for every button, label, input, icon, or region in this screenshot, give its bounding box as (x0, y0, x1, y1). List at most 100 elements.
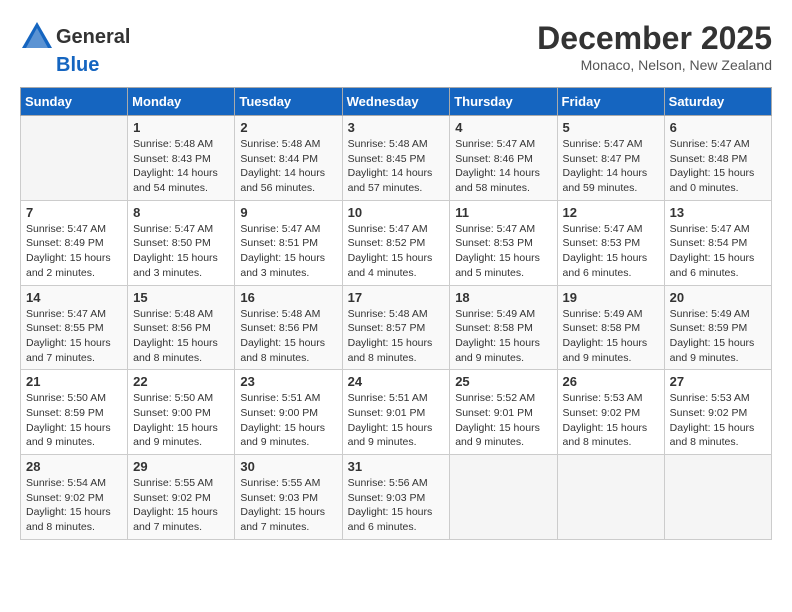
day-number: 14 (26, 290, 122, 305)
calendar-header: Sunday Monday Tuesday Wednesday Thursday… (21, 88, 772, 116)
header-wednesday: Wednesday (342, 88, 450, 116)
month-title: December 2025 (537, 20, 772, 57)
day-number: 8 (133, 205, 229, 220)
calendar-cell: 25 Sunrise: 5:52 AM Sunset: 9:01 PM Dayli… (450, 370, 557, 455)
calendar-cell: 29 Sunrise: 5:55 AM Sunset: 9:02 PM Dayli… (128, 455, 235, 540)
day-number: 5 (563, 120, 659, 135)
day-number: 16 (240, 290, 336, 305)
calendar-cell (664, 455, 771, 540)
header-friday: Friday (557, 88, 664, 116)
day-info: Sunrise: 5:48 AM Sunset: 8:43 PM Dayligh… (133, 137, 229, 196)
day-number: 17 (348, 290, 445, 305)
calendar-cell: 22Sunrise: 5:50 AM Sunset: 9:00 PM Dayli… (128, 370, 235, 455)
day-info: Sunrise: 5:47 AM Sunset: 8:51 PM Dayligh… (240, 222, 336, 281)
day-info: Sunrise: 5:49 AM Sunset: 8:59 PM Dayligh… (670, 307, 766, 366)
logo-icon (20, 20, 54, 54)
day-info: Sunrise: 5:47 AM Sunset: 8:48 PM Dayligh… (670, 137, 766, 196)
calendar-cell: 9Sunrise: 5:47 AM Sunset: 8:51 PM Daylig… (235, 200, 342, 285)
calendar-cell (450, 455, 557, 540)
day-number: 28 (26, 459, 122, 474)
calendar-cell: 6 Sunrise: 5:47 AM Sunset: 8:48 PM Daylig… (664, 116, 771, 201)
day-info: Sunrise: 5:48 AM Sunset: 8:56 PM Dayligh… (240, 307, 336, 366)
logo-general-text: General (56, 26, 130, 49)
calendar-body: 1 Sunrise: 5:48 AM Sunset: 8:43 PM Daylig… (21, 116, 772, 540)
day-number: 29 (133, 459, 229, 474)
calendar-cell (557, 455, 664, 540)
day-number: 12 (563, 205, 659, 220)
calendar-cell: 10Sunrise: 5:47 AM Sunset: 8:52 PM Dayli… (342, 200, 450, 285)
calendar-cell: 18Sunrise: 5:49 AM Sunset: 8:58 PM Dayli… (450, 285, 557, 370)
calendar-cell: 8Sunrise: 5:47 AM Sunset: 8:50 PM Daylig… (128, 200, 235, 285)
day-number: 24 (348, 374, 445, 389)
day-number: 21 (26, 374, 122, 389)
calendar-week-3: 21 Sunrise: 5:50 AM Sunset: 8:59 PM Dayli… (21, 370, 772, 455)
calendar-cell: 7 Sunrise: 5:47 AM Sunset: 8:49 PM Daylig… (21, 200, 128, 285)
calendar-cell: 14 Sunrise: 5:47 AM Sunset: 8:55 PM Dayli… (21, 285, 128, 370)
calendar-cell: 26 Sunrise: 5:53 AM Sunset: 9:02 PM Dayli… (557, 370, 664, 455)
day-number: 7 (26, 205, 122, 220)
day-number: 6 (670, 120, 766, 135)
header-sunday: Sunday (21, 88, 128, 116)
calendar-table: Sunday Monday Tuesday Wednesday Thursday… (20, 87, 772, 540)
location-text: Monaco, Nelson, New Zealand (537, 57, 772, 73)
day-number: 27 (670, 374, 766, 389)
logo: General Blue (20, 20, 130, 77)
calendar-week-0: 1 Sunrise: 5:48 AM Sunset: 8:43 PM Daylig… (21, 116, 772, 201)
day-number: 23 (240, 374, 336, 389)
header-thursday: Thursday (450, 88, 557, 116)
calendar-week-2: 14 Sunrise: 5:47 AM Sunset: 8:55 PM Dayli… (21, 285, 772, 370)
day-info: Sunrise: 5:47 AM Sunset: 8:54 PM Dayligh… (670, 222, 766, 281)
day-info: Sunrise: 5:47 AM Sunset: 8:52 PM Dayligh… (348, 222, 445, 281)
calendar-cell: 13 Sunrise: 5:47 AM Sunset: 8:54 PM Dayli… (664, 200, 771, 285)
day-info: Sunrise: 5:51 AM Sunset: 9:01 PM Dayligh… (348, 391, 445, 450)
header-row: Sunday Monday Tuesday Wednesday Thursday… (21, 88, 772, 116)
day-number: 20 (670, 290, 766, 305)
day-number: 3 (348, 120, 445, 135)
day-number: 11 (455, 205, 551, 220)
day-info: Sunrise: 5:50 AM Sunset: 9:00 PM Dayligh… (133, 391, 229, 450)
calendar-cell: 27 Sunrise: 5:53 AM Sunset: 9:02 PM Dayli… (664, 370, 771, 455)
day-number: 19 (563, 290, 659, 305)
day-info: Sunrise: 5:48 AM Sunset: 8:56 PM Dayligh… (133, 307, 229, 366)
day-number: 31 (348, 459, 445, 474)
day-info: Sunrise: 5:47 AM Sunset: 8:46 PM Dayligh… (455, 137, 551, 196)
calendar-cell: 5Sunrise: 5:47 AM Sunset: 8:47 PM Daylig… (557, 116, 664, 201)
day-info: Sunrise: 5:47 AM Sunset: 8:55 PM Dayligh… (26, 307, 122, 366)
day-info: Sunrise: 5:55 AM Sunset: 9:02 PM Dayligh… (133, 476, 229, 535)
day-number: 25 (455, 374, 551, 389)
calendar-cell: 4 Sunrise: 5:47 AM Sunset: 8:46 PM Daylig… (450, 116, 557, 201)
day-number: 2 (240, 120, 336, 135)
calendar-cell: 1 Sunrise: 5:48 AM Sunset: 8:43 PM Daylig… (128, 116, 235, 201)
day-number: 1 (133, 120, 229, 135)
day-number: 18 (455, 290, 551, 305)
calendar-cell: 3 Sunrise: 5:48 AM Sunset: 8:45 PM Daylig… (342, 116, 450, 201)
day-info: Sunrise: 5:49 AM Sunset: 8:58 PM Dayligh… (563, 307, 659, 366)
day-info: Sunrise: 5:47 AM Sunset: 8:53 PM Dayligh… (455, 222, 551, 281)
day-number: 4 (455, 120, 551, 135)
day-number: 26 (563, 374, 659, 389)
day-info: Sunrise: 5:53 AM Sunset: 9:02 PM Dayligh… (563, 391, 659, 450)
calendar-cell: 12Sunrise: 5:47 AM Sunset: 8:53 PM Dayli… (557, 200, 664, 285)
calendar-cell: 2Sunrise: 5:48 AM Sunset: 8:44 PM Daylig… (235, 116, 342, 201)
day-info: Sunrise: 5:53 AM Sunset: 9:02 PM Dayligh… (670, 391, 766, 450)
header-saturday: Saturday (664, 88, 771, 116)
calendar-cell: 19 Sunrise: 5:49 AM Sunset: 8:58 PM Dayli… (557, 285, 664, 370)
calendar-cell: 23 Sunrise: 5:51 AM Sunset: 9:00 PM Dayli… (235, 370, 342, 455)
calendar-cell: 20 Sunrise: 5:49 AM Sunset: 8:59 PM Dayli… (664, 285, 771, 370)
day-info: Sunrise: 5:51 AM Sunset: 9:00 PM Dayligh… (240, 391, 336, 450)
day-number: 13 (670, 205, 766, 220)
day-info: Sunrise: 5:47 AM Sunset: 8:49 PM Dayligh… (26, 222, 122, 281)
day-info: Sunrise: 5:52 AM Sunset: 9:01 PM Dayligh… (455, 391, 551, 450)
calendar-cell: 15Sunrise: 5:48 AM Sunset: 8:56 PM Dayli… (128, 285, 235, 370)
calendar-week-1: 7 Sunrise: 5:47 AM Sunset: 8:49 PM Daylig… (21, 200, 772, 285)
calendar-cell: 31Sunrise: 5:56 AM Sunset: 9:03 PM Dayli… (342, 455, 450, 540)
calendar-cell: 28Sunrise: 5:54 AM Sunset: 9:02 PM Dayli… (21, 455, 128, 540)
calendar-cell: 17Sunrise: 5:48 AM Sunset: 8:57 PM Dayli… (342, 285, 450, 370)
header-tuesday: Tuesday (235, 88, 342, 116)
day-number: 30 (240, 459, 336, 474)
day-info: Sunrise: 5:50 AM Sunset: 8:59 PM Dayligh… (26, 391, 122, 450)
title-section: December 2025 Monaco, Nelson, New Zealan… (537, 20, 772, 73)
day-info: Sunrise: 5:55 AM Sunset: 9:03 PM Dayligh… (240, 476, 336, 535)
day-info: Sunrise: 5:48 AM Sunset: 8:45 PM Dayligh… (348, 137, 445, 196)
calendar-cell: 24 Sunrise: 5:51 AM Sunset: 9:01 PM Dayli… (342, 370, 450, 455)
